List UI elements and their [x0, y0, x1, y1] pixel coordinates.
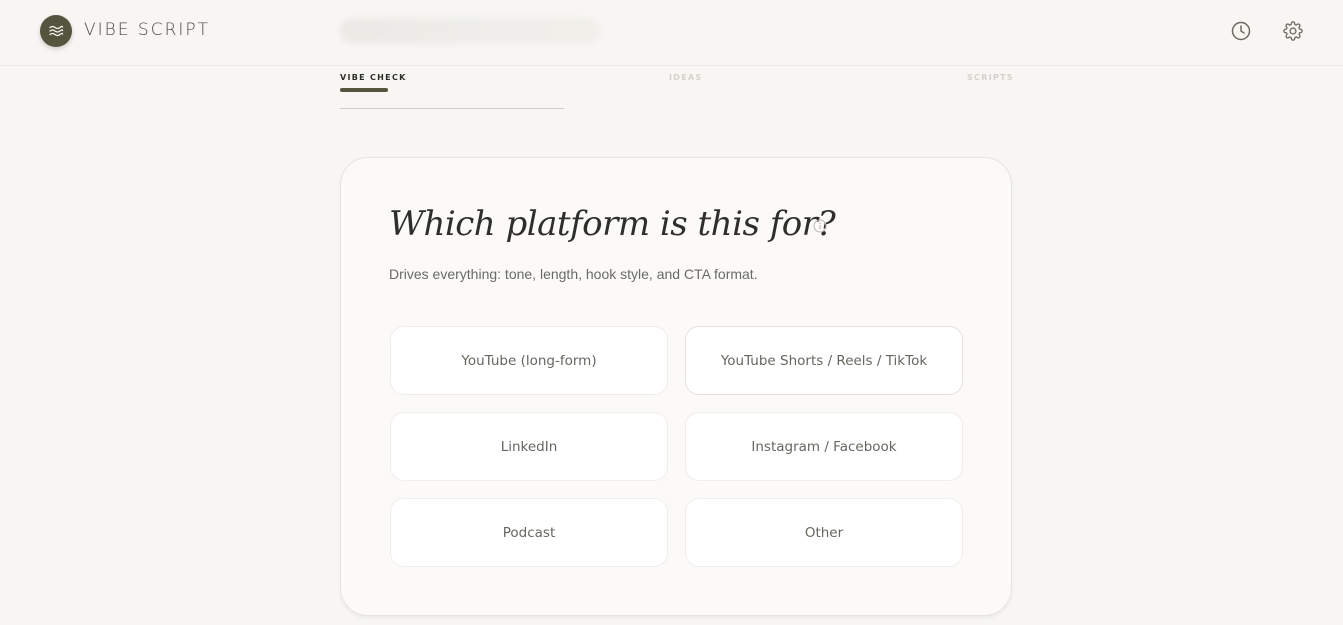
- question-title: Which platform is this for?: [389, 204, 836, 244]
- blurred-project-title: [340, 18, 600, 44]
- app-logo[interactable]: [40, 15, 72, 47]
- app-brand-name: VIBE SCRIPT: [84, 20, 211, 40]
- info-icon[interactable]: [813, 219, 827, 233]
- option-instagram-facebook[interactable]: Instagram / Facebook: [685, 412, 963, 481]
- option-youtube-shorts[interactable]: YouTube Shorts / Reels / TikTok: [685, 326, 963, 395]
- step-scripts[interactable]: SCRIPTS: [967, 73, 1014, 82]
- app-header: VIBE SCRIPT: [0, 0, 1343, 66]
- step-ideas[interactable]: IDEAS: [669, 73, 703, 82]
- history-button[interactable]: [1229, 19, 1253, 43]
- question-card: Which platform is this for? Drives every…: [340, 157, 1012, 616]
- option-podcast[interactable]: Podcast: [390, 498, 668, 567]
- option-youtube-long-form[interactable]: YouTube (long-form): [390, 326, 668, 395]
- step-progress-line: [340, 108, 564, 109]
- question-subtitle: Drives everything: tone, length, hook st…: [389, 266, 758, 282]
- waves-icon: [49, 25, 64, 37]
- clock-icon: [1231, 21, 1251, 41]
- settings-button[interactable]: [1281, 19, 1305, 43]
- option-linkedin[interactable]: LinkedIn: [390, 412, 668, 481]
- gear-icon: [1283, 21, 1303, 41]
- option-other[interactable]: Other: [685, 498, 963, 567]
- step-vibe-check[interactable]: VIBE CHECK: [340, 73, 407, 82]
- active-step-indicator: [340, 88, 388, 92]
